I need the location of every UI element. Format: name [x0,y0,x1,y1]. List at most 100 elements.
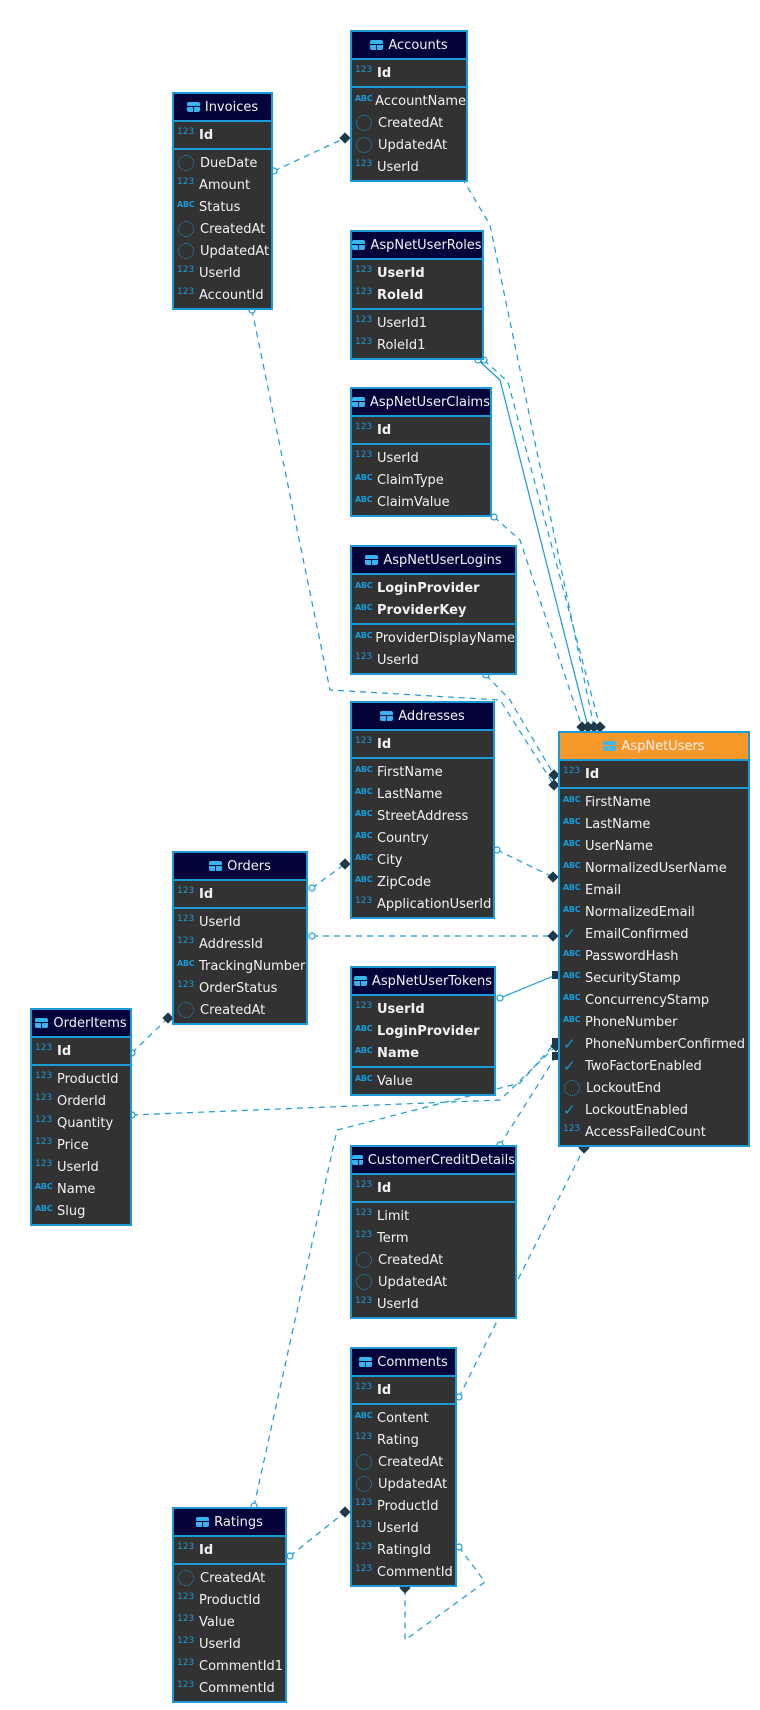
column-row[interactable]: 123 UserId [352,447,490,469]
entity-header[interactable]: AspNetUserRoles [352,232,482,260]
primary-key-column[interactable]: ABC LoginProvider [352,1020,494,1042]
entity-aspnetusertokens[interactable]: AspNetUserTokens 123 UserId ABC LoginProvide… [350,966,496,1096]
relationship-line[interactable] [499,974,557,999]
column-row[interactable]: 123 UserId [32,1156,130,1178]
column-row[interactable]: ABC ClaimType [352,469,490,491]
column-row[interactable]: CreatedAt [174,218,271,240]
primary-key-column[interactable]: 123 Id [352,1379,455,1401]
column-row[interactable]: 123 AddressId [174,933,306,955]
column-row[interactable]: ABC PasswordHash [560,945,748,967]
column-row[interactable]: ✓ LockoutEnabled [560,1099,748,1121]
relationship-line[interactable] [496,849,554,878]
column-row[interactable]: ABC Value [352,1070,494,1092]
column-row[interactable]: ABC NormalizedEmail [560,901,748,923]
entity-header[interactable]: Addresses [352,703,493,731]
column-row[interactable]: LockoutEnd [560,1077,748,1099]
column-row[interactable]: ABC LastName [560,813,748,835]
column-row[interactable]: 123 OrderId [32,1090,130,1112]
primary-key-column[interactable]: 123 Id [32,1040,130,1062]
column-row[interactable]: ABC LastName [352,783,493,805]
entity-orders[interactable]: Orders 123 Id 123 UserId 123 AddressId ABC Track… [172,851,308,1025]
column-row[interactable]: CreatedAt [174,999,306,1021]
column-row[interactable]: CreatedAt [352,112,466,134]
column-row[interactable]: 123 UserId [352,1293,515,1315]
primary-key-column[interactable]: ABC ProviderKey [352,599,515,621]
column-row[interactable]: 123 CommentId [174,1677,285,1699]
column-row[interactable]: ABC Country [352,827,493,849]
primary-key-column[interactable]: 123 RoleId [352,284,482,306]
primary-key-column[interactable]: 123 Id [352,419,490,441]
primary-key-column[interactable]: 123 Id [174,883,306,905]
column-row[interactable]: ABC SecurityStamp [560,967,748,989]
entity-accounts[interactable]: Accounts 123 Id ABC AccountName CreatedAt Upda… [350,30,468,182]
entity-invoices[interactable]: Invoices 123 Id DueDate 123 Amount ABC Status Cr… [172,92,273,310]
column-row[interactable]: ✓ TwoFactorEnabled [560,1055,748,1077]
entity-header[interactable]: AspNetUserLogins [352,547,515,575]
column-row[interactable]: 123 AccessFailedCount [560,1121,748,1143]
primary-key-column[interactable]: 123 Id [174,124,271,146]
column-row[interactable]: ABC City [352,849,493,871]
column-row[interactable]: 123 ProductId [174,1589,285,1611]
primary-key-column[interactable]: 123 Id [352,1177,515,1199]
relationship-line[interactable] [131,1017,169,1054]
entity-header[interactable]: AspNetUsers [560,733,748,761]
column-row[interactable]: 123 UserId [352,1517,455,1539]
primary-key-column[interactable]: 123 Id [174,1539,285,1561]
column-row[interactable]: ABC Slug [32,1200,130,1222]
relationship-line[interactable] [289,1511,346,1557]
column-row[interactable]: ABC ProviderDisplayName [352,627,515,649]
column-row[interactable]: UpdatedAt [174,240,271,262]
entity-header[interactable]: Orders [174,853,306,881]
primary-key-column[interactable]: 123 UserId [352,262,482,284]
column-row[interactable]: CreatedAt [352,1249,515,1271]
column-row[interactable]: ABC FirstName [352,761,493,783]
column-row[interactable]: UpdatedAt [352,1473,455,1495]
column-row[interactable]: ABC ClaimValue [352,491,490,513]
column-row[interactable]: UpdatedAt [352,134,466,156]
column-row[interactable]: ABC UserName [560,835,748,857]
column-row[interactable]: ✓ EmailConfirmed [560,923,748,945]
column-row[interactable]: ✓ PhoneNumberConfirmed [560,1033,748,1055]
relationship-line[interactable] [311,863,346,889]
entity-orderitems[interactable]: OrderItems 123 Id 123 ProductId 123 OrderId 123… [30,1008,132,1226]
entity-aspnetusers[interactable]: AspNetUsers 123 Id ABC FirstName ABC LastName A… [558,731,750,1147]
column-row[interactable]: ABC Content [352,1407,455,1429]
entity-header[interactable]: Ratings [174,1509,285,1537]
column-row[interactable]: 123 ApplicationUserId [352,893,493,915]
entity-aspnetuserlogins[interactable]: AspNetUserLogins ABC LoginProvider ABC Provi… [350,545,517,675]
entity-header[interactable]: OrderItems [32,1010,130,1038]
column-row[interactable]: ABC AccountName [352,90,466,112]
column-row[interactable]: ABC NormalizedUserName [560,857,748,879]
primary-key-column[interactable]: ABC LoginProvider [352,577,515,599]
column-row[interactable]: 123 UserId1 [352,312,482,334]
entity-header[interactable]: Invoices [174,94,271,122]
column-row[interactable]: 123 UserId [174,262,271,284]
entity-header[interactable]: Comments [352,1349,455,1377]
column-row[interactable]: 123 AccountId [174,284,271,306]
entity-header[interactable]: AspNetUserClaims [352,389,490,417]
primary-key-column[interactable]: 123 Id [352,62,466,84]
primary-key-column[interactable]: 123 Id [560,763,748,785]
column-row[interactable]: 123 ProductId [352,1495,455,1517]
column-row[interactable]: 123 Term [352,1227,515,1249]
column-row[interactable]: ABC Email [560,879,748,901]
column-row[interactable]: 123 UserId [352,156,466,178]
column-row[interactable]: ABC Status [174,196,271,218]
entity-aspnetuserroles[interactable]: AspNetUserRoles 123 UserId 123 RoleId 123 User… [350,230,484,360]
relationship-line[interactable] [485,674,555,776]
column-row[interactable]: 123 UserId [352,649,515,671]
column-row[interactable]: ABC ZipCode [352,871,493,893]
column-row[interactable]: 123 Rating [352,1429,455,1451]
column-row[interactable]: 123 UserId [174,911,306,933]
column-row[interactable]: 123 ProductId [32,1068,130,1090]
column-row[interactable]: 123 Amount [174,174,271,196]
column-row[interactable]: ABC PhoneNumber [560,1011,748,1033]
er-diagram-canvas[interactable]: Accounts 123 Id ABC AccountName CreatedAt Upda… [0,0,760,1710]
column-row[interactable]: ABC TrackingNumber [174,955,306,977]
column-row[interactable]: CreatedAt [352,1451,455,1473]
column-row[interactable]: ABC StreetAddress [352,805,493,827]
primary-key-column[interactable]: 123 Id [352,733,493,755]
primary-key-column[interactable]: 123 UserId [352,998,494,1020]
column-row[interactable]: DueDate [174,152,271,174]
entity-customercreditdetails[interactable]: CustomerCreditDetails 123 Id 123 Limit 123 Ter… [350,1145,517,1319]
